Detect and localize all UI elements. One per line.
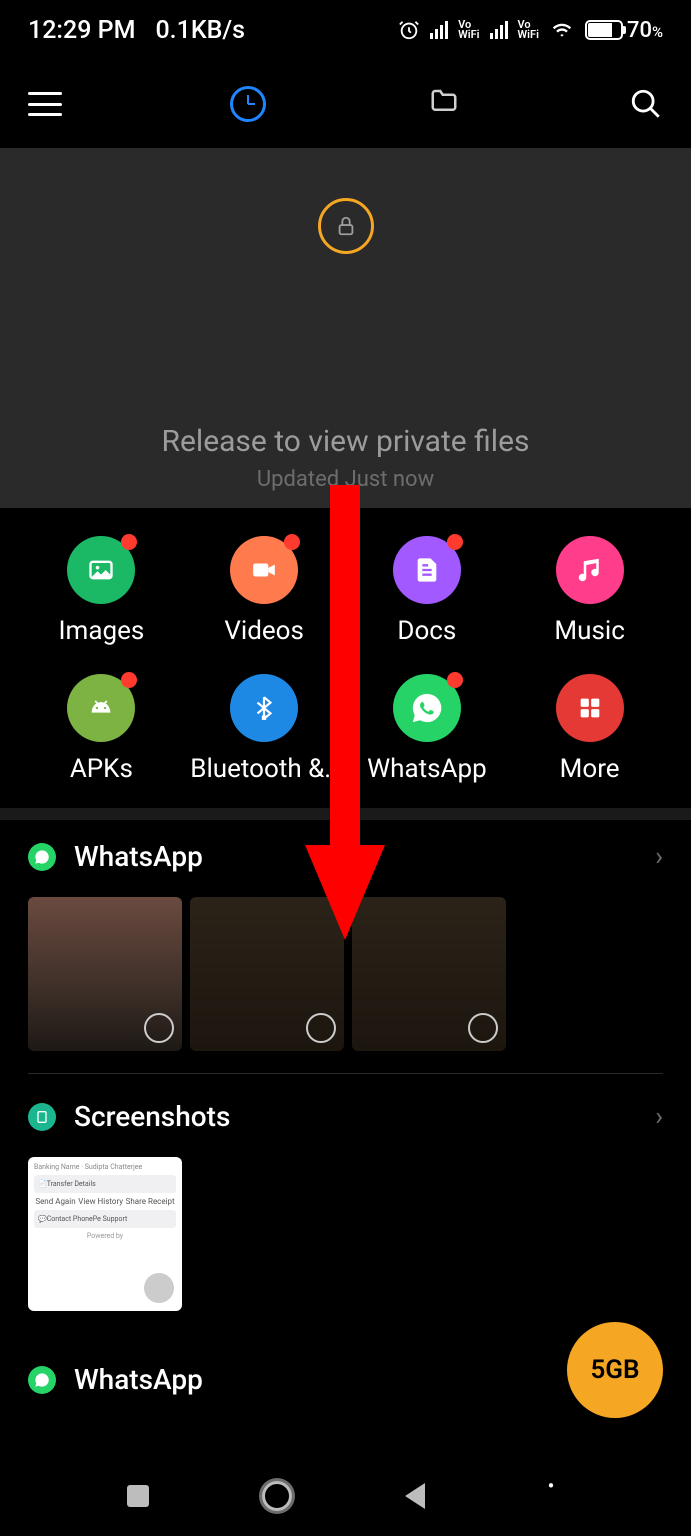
badge-dot xyxy=(447,534,463,550)
search-button[interactable] xyxy=(629,87,663,121)
category-images[interactable]: Images xyxy=(20,536,183,646)
badge-dot xyxy=(121,672,137,688)
music-icon xyxy=(556,536,624,604)
chevron-right-icon: › xyxy=(655,1102,663,1132)
badge-dot xyxy=(447,672,463,688)
thumbnail[interactable]: Banking Name · Sudipta Chatterjee 📄 Tran… xyxy=(28,1157,182,1311)
preview-text: Banking Name · Sudipta Chatterjee xyxy=(34,1163,176,1171)
badge-dot xyxy=(121,534,137,550)
section-header-screenshots[interactable]: Screenshots › xyxy=(28,1100,663,1133)
pull-subtitle: Updated Just now xyxy=(257,467,434,492)
screenshots-icon xyxy=(28,1103,56,1131)
section-title: WhatsApp xyxy=(74,840,203,873)
category-label: Docs xyxy=(397,616,456,646)
signal-1-icon xyxy=(430,21,448,39)
category-bluetooth[interactable]: Bluetooth &.. xyxy=(183,674,346,784)
storage-fab[interactable]: 5GB xyxy=(567,1322,663,1418)
fab-label: 5GB xyxy=(590,1355,639,1385)
section-whatsapp: WhatsApp › xyxy=(0,820,691,1074)
category-more[interactable]: More xyxy=(508,674,671,784)
more-icon xyxy=(556,674,624,742)
whatsapp-icon xyxy=(28,1366,56,1394)
category-label: Videos xyxy=(224,616,304,646)
select-ring-icon xyxy=(468,1013,498,1043)
image-icon xyxy=(67,536,135,604)
screenshot-thumbnails: Banking Name · Sudipta Chatterjee 📄 Tran… xyxy=(28,1157,663,1333)
category-label: Bluetooth &.. xyxy=(190,754,338,784)
category-label: Images xyxy=(58,616,144,646)
system-nav-bar xyxy=(0,1456,691,1536)
whatsapp-icon xyxy=(28,843,56,871)
vowifi-1-icon: Vo WiFi xyxy=(458,20,479,40)
preview-text: 📄 Transfer Details xyxy=(34,1175,176,1193)
category-label: APKs xyxy=(70,754,133,784)
chevron-right-icon: › xyxy=(655,842,663,872)
lock-icon xyxy=(318,198,374,254)
back-button[interactable] xyxy=(405,1483,425,1509)
thumbnail[interactable] xyxy=(190,897,344,1051)
app-top-nav xyxy=(0,60,691,148)
section-header-whatsapp[interactable]: WhatsApp › xyxy=(28,840,663,873)
category-docs[interactable]: Docs xyxy=(346,536,509,646)
wifi-icon xyxy=(549,20,575,40)
pull-title: Release to view private files xyxy=(162,424,530,459)
thumbnail[interactable] xyxy=(352,897,506,1051)
home-button[interactable] xyxy=(262,1481,292,1511)
folders-tab-icon[interactable] xyxy=(426,86,462,122)
section-screenshots: Screenshots › Banking Name · Sudipta Cha… xyxy=(0,1074,691,1333)
bluetooth-icon xyxy=(230,674,298,742)
vowifi-2-icon: Vo WiFi xyxy=(518,20,539,40)
whatsapp-thumbnails xyxy=(28,897,663,1074)
menu-button[interactable] xyxy=(28,92,62,116)
section-title: WhatsApp xyxy=(74,1363,203,1396)
status-net-speed: 0.1KB/s xyxy=(155,16,245,45)
select-ring-icon xyxy=(306,1013,336,1043)
divider xyxy=(0,808,691,820)
apk-icon xyxy=(67,674,135,742)
select-ring-icon xyxy=(144,1013,174,1043)
battery-icon: 70% xyxy=(585,18,663,43)
select-ring-icon xyxy=(144,1273,174,1303)
alarm-icon xyxy=(398,19,420,41)
category-videos[interactable]: Videos xyxy=(183,536,346,646)
status-time: 12:29 PM xyxy=(28,16,135,45)
preview-text: Powered by xyxy=(34,1232,176,1240)
category-label: More xyxy=(560,754,620,784)
category-label: Music xyxy=(554,616,624,646)
signal-2-icon xyxy=(490,21,508,39)
badge-dot xyxy=(284,534,300,550)
recents-button[interactable] xyxy=(127,1485,149,1507)
accessibility-button[interactable] xyxy=(538,1479,564,1513)
category-grid: Images Videos Docs Music APKs xyxy=(0,508,691,808)
thumbnail[interactable] xyxy=(28,897,182,1051)
category-music[interactable]: Music xyxy=(508,536,671,646)
private-files-pull-area[interactable]: Release to view private files Updated Ju… xyxy=(0,148,691,508)
category-label: WhatsApp xyxy=(367,754,487,784)
whatsapp-icon xyxy=(393,674,461,742)
docs-icon xyxy=(393,536,461,604)
section-title: Screenshots xyxy=(74,1100,230,1133)
video-icon xyxy=(230,536,298,604)
preview-text: Send Again View History Share Receipt xyxy=(34,1197,176,1206)
recent-tab-icon[interactable] xyxy=(230,86,266,122)
category-apks[interactable]: APKs xyxy=(20,674,183,784)
status-bar: 12:29 PM 0.1KB/s Vo WiFi Vo WiFi 70% xyxy=(0,0,691,60)
preview-text: 💬 Contact PhonePe Support xyxy=(34,1210,176,1228)
category-whatsapp[interactable]: WhatsApp xyxy=(346,674,509,784)
